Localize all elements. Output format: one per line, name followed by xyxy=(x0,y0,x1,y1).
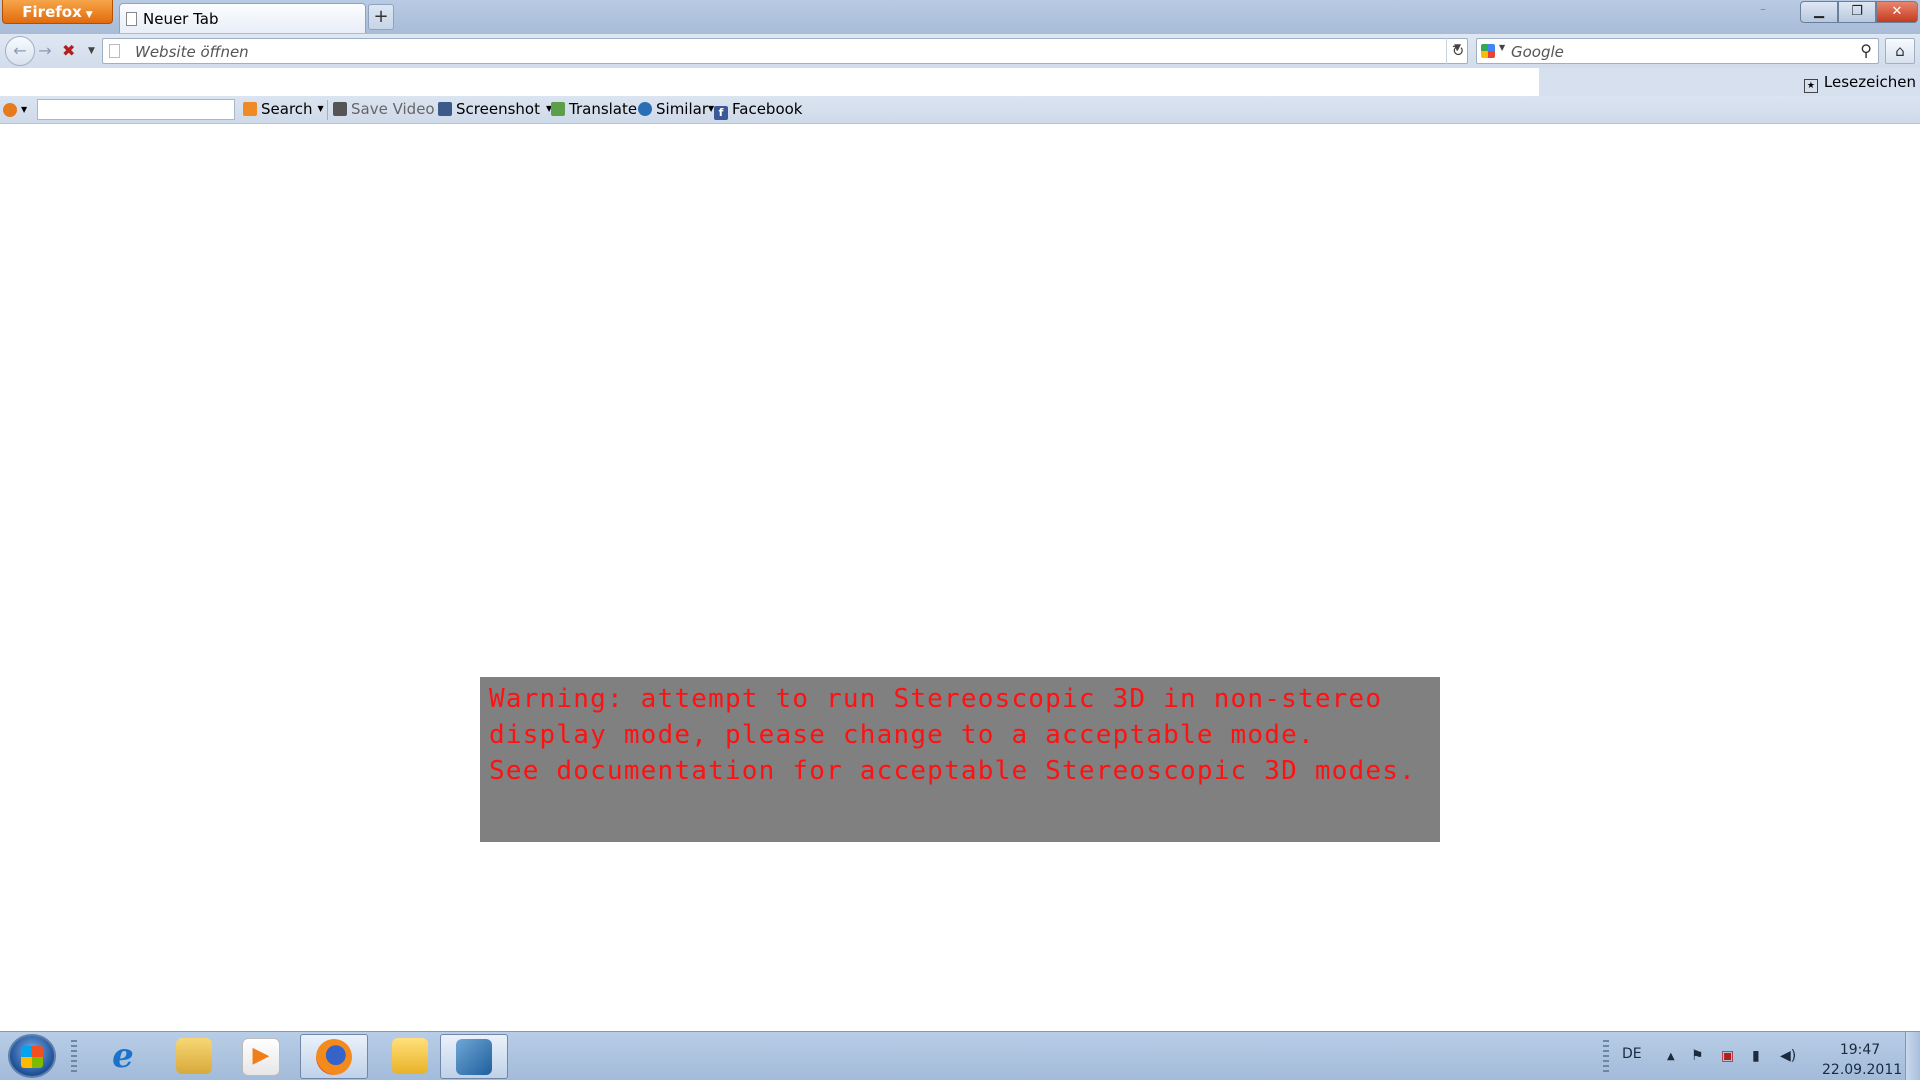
stereo-warning-overlay: Warning: attempt to run Stereoscopic 3D … xyxy=(480,677,1440,842)
addon-toolbar: ▼ Search ▼ Save Video Screenshot ▼ Transla… xyxy=(0,96,1920,124)
bookmarks-bar: ★ Lesezeichen xyxy=(0,68,1920,96)
warning-line: See documentation for acceptable Stereos… xyxy=(489,756,1416,786)
show-desktop-button[interactable] xyxy=(1905,1032,1920,1080)
facebook-button[interactable]: f Facebook xyxy=(714,100,802,120)
taskbar: e ▶ DE ▲ ⚑ ▣ ▮ ◀) 19:47 22.09.2011 xyxy=(0,1031,1920,1080)
firefox-menu-button[interactable]: Firefox ▼ xyxy=(2,0,113,24)
clock-time: 19:47 xyxy=(1839,1042,1881,1058)
back-arrow-icon: ← xyxy=(13,41,27,60)
taskbar-windows-explorer[interactable] xyxy=(163,1034,225,1079)
tray-grip[interactable] xyxy=(1603,1040,1609,1074)
taskbar-outlook[interactable] xyxy=(379,1034,441,1079)
reload-button[interactable]: ↻ xyxy=(1446,38,1469,64)
taskbar-media-player[interactable]: ▶ xyxy=(230,1034,292,1079)
chevron-down-icon: ▼ xyxy=(21,105,28,114)
home-button[interactable]: ⌂ xyxy=(1885,38,1915,64)
language-indicator[interactable]: DE xyxy=(1622,1046,1642,1062)
minimize-button[interactable]: ▁ xyxy=(1800,1,1838,23)
search-bar[interactable]: ▼ Google ⚲ xyxy=(1476,38,1879,64)
clock[interactable]: 19:47 22.09.2011 xyxy=(1822,1040,1903,1080)
warning-line: Warning: attempt to run Stereoscopic 3D … xyxy=(489,684,1383,714)
stop-button[interactable]: ✖ xyxy=(62,39,84,63)
outlook-icon xyxy=(392,1038,428,1074)
engine-dropdown-icon[interactable]: ▼ xyxy=(1499,43,1505,52)
url-bar[interactable]: Website öffnen ▼ xyxy=(102,38,1468,64)
clock-date: 22.09.2011 xyxy=(1822,1062,1903,1078)
warning-line: display mode, please change to a accepta… xyxy=(489,720,1315,750)
toolbar-logo-button[interactable]: ▼ xyxy=(3,101,27,119)
bookmarks-button[interactable]: ★ Lesezeichen xyxy=(1803,73,1916,93)
network-icon[interactable]: ▮ xyxy=(1752,1048,1760,1064)
taskbar-internet-explorer[interactable]: e xyxy=(92,1034,154,1079)
similar-label: Similar xyxy=(656,100,708,118)
close-button[interactable]: ✕ xyxy=(1876,1,1918,23)
site-identity-icon xyxy=(109,44,120,58)
firefox-icon xyxy=(316,1039,352,1075)
toolbar-search-button[interactable]: Search ▼ xyxy=(243,100,324,118)
similar-icon xyxy=(638,102,652,116)
chevron-down-icon: ▼ xyxy=(85,10,93,20)
save-video-button[interactable]: Save Video xyxy=(333,100,435,118)
bookmarks-label: Lesezeichen xyxy=(1823,73,1916,91)
screenshot-label: Screenshot xyxy=(456,100,540,118)
tab-neuer-tab[interactable]: Neuer Tab xyxy=(119,3,366,33)
home-icon: ⌂ xyxy=(1895,42,1905,60)
translate-button[interactable]: Translate xyxy=(551,100,637,118)
forward-button[interactable]: → xyxy=(34,39,56,63)
similar-button[interactable]: Similar▼ xyxy=(638,100,714,118)
new-tab-button[interactable]: + xyxy=(368,4,394,30)
screenshot-button[interactable]: Screenshot ▼ xyxy=(438,100,552,118)
bookmarks-icon: ★ xyxy=(1803,79,1818,93)
history-dropdown-icon[interactable]: ▼ xyxy=(88,39,95,63)
show-hidden-icons-icon[interactable]: ▲ xyxy=(1667,1051,1675,1062)
taskbar-program[interactable] xyxy=(440,1034,508,1079)
restore-button[interactable]: ❐ xyxy=(1838,1,1876,23)
windows-logo-icon xyxy=(21,1045,43,1068)
translate-label: Translate xyxy=(569,100,638,118)
internet-explorer-icon: e xyxy=(112,1036,134,1076)
search-engine-icon xyxy=(243,102,257,116)
facebook-label: Facebook xyxy=(732,100,803,118)
taskbar-firefox[interactable] xyxy=(300,1034,368,1079)
taskbar-grip[interactable] xyxy=(71,1040,77,1074)
title-bar: Firefox ▼ Neuer Tab + – ▁ ❐ ✕ xyxy=(0,0,1920,34)
forward-arrow-icon: → xyxy=(38,41,52,60)
toolbar-search-input[interactable] xyxy=(37,99,235,120)
search-icon[interactable]: ⚲ xyxy=(1860,41,1872,60)
film-icon xyxy=(333,102,347,116)
tab-title: Neuer Tab xyxy=(143,10,219,28)
camera-icon xyxy=(438,102,452,116)
toolbar-separator xyxy=(327,100,328,120)
firefox-menu-label: Firefox xyxy=(22,3,82,21)
save-video-label: Save Video xyxy=(351,100,435,118)
security-icon[interactable]: ▣ xyxy=(1721,1048,1734,1064)
stop-icon: ✖ xyxy=(62,41,76,60)
system-tray: DE ▲ ⚑ ▣ ▮ ◀) 19:47 22.09.2011 xyxy=(1600,1032,1920,1080)
page-content xyxy=(0,124,1920,1031)
url-placeholder: Website öffnen xyxy=(135,43,249,61)
translate-icon xyxy=(551,102,565,116)
google-icon[interactable] xyxy=(1481,44,1495,58)
chevron-down-icon: ▼ xyxy=(317,104,324,113)
minimize-hint-icon: – xyxy=(1760,2,1766,16)
program-icon xyxy=(456,1039,492,1075)
toolbar-logo-icon xyxy=(3,103,17,117)
back-button[interactable]: ← xyxy=(5,36,35,66)
page-icon xyxy=(126,12,137,26)
facebook-icon: f xyxy=(714,106,728,120)
navigation-bar: ← → ✖ ▼ Website öffnen ▼ ↻ ▼ Google ⚲ ⌂ xyxy=(0,34,1920,69)
windows-explorer-icon xyxy=(176,1038,212,1074)
action-center-flag-icon[interactable]: ⚑ xyxy=(1691,1048,1704,1064)
start-button[interactable] xyxy=(8,1034,56,1078)
volume-icon[interactable]: ◀) xyxy=(1780,1048,1796,1064)
toolbar-search-label: Search xyxy=(261,100,313,118)
media-player-icon: ▶ xyxy=(242,1038,280,1076)
search-placeholder: Google xyxy=(1511,43,1564,61)
